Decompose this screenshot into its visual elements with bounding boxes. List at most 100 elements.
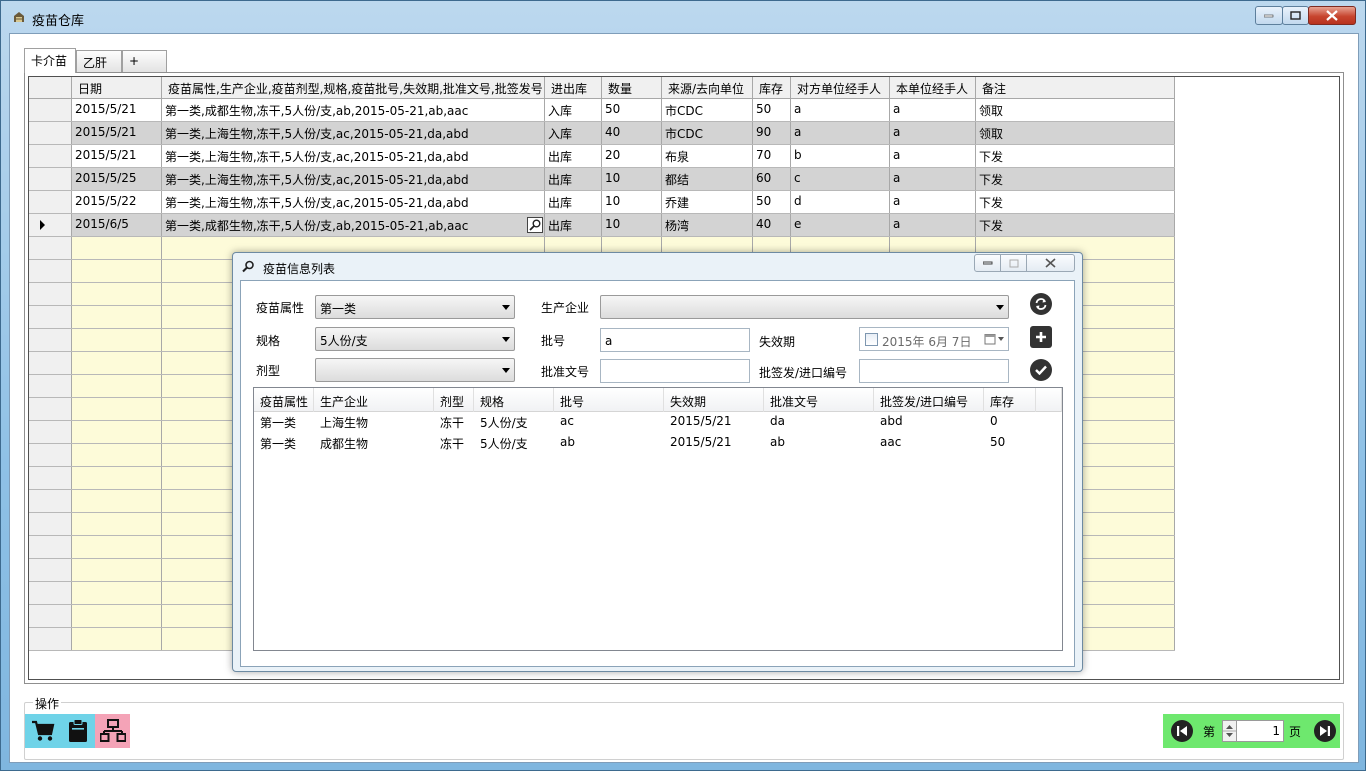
list-column-header[interactable]: 失效期 [664,388,764,412]
spec-select[interactable]: 5人份/支 [315,327,515,351]
table-cell[interactable] [72,352,162,374]
maximize-button[interactable] [1282,6,1309,25]
table-cell[interactable]: 入库 [545,99,602,121]
table-cell[interactable]: 下发 [976,214,1175,236]
table-cell[interactable]: 第一类,上海生物,冻干,5人份/支,ac,2015-05-21,da,abd [162,191,545,213]
table-cell[interactable]: 市CDC [662,122,753,144]
refresh-button[interactable] [1030,293,1052,315]
table-cell[interactable] [72,260,162,282]
table-row[interactable]: 2015/5/21 第一类,上海生物,冻干,5人份/支,ac,2015-05-21… [29,122,1175,145]
table-cell[interactable] [72,444,162,466]
list-column-header[interactable]: 剂型 [434,388,474,412]
table-cell[interactable] [72,375,162,397]
row-header[interactable] [29,306,72,328]
table-cell[interactable]: a [890,99,976,121]
table-cell[interactable]: 第一类,成都生物,冻干,5人份/支,ab,2015-05-21,ab,aac [162,214,545,236]
table-cell[interactable] [72,421,162,443]
vaccine-attr-select[interactable]: 第一类 [315,295,515,319]
row-header[interactable] [29,237,72,259]
column-header[interactable]: 本单位经手人 [890,77,976,98]
table-cell[interactable]: 90 [753,122,791,144]
table-cell[interactable] [72,605,162,627]
table-cell[interactable]: 50 [753,191,791,213]
list-column-header[interactable]: 批签发/进口编号 [874,388,984,412]
table-cell[interactable]: a [890,122,976,144]
tab-hepatitis-b[interactable]: 乙肝 [76,50,122,72]
table-row[interactable]: 2015/5/25 第一类,上海生物,冻干,5人份/支,ac,2015-05-21… [29,168,1175,191]
table-cell[interactable]: 第一类,上海生物,冻干,5人份/支,ac,2015-05-21,da,abd [162,122,545,144]
last-page-button[interactable] [1314,720,1336,742]
table-cell[interactable]: 入库 [545,122,602,144]
tab-add[interactable]: + [122,50,167,72]
table-cell[interactable]: 第一类,上海生物,冻干,5人份/支,ac,2015-05-21,da,abd [162,145,545,167]
table-cell[interactable] [72,536,162,558]
table-cell[interactable] [72,283,162,305]
minimize-button[interactable] [1255,6,1283,25]
table-cell[interactable] [72,513,162,535]
page-spinner[interactable] [1222,720,1237,742]
vaccine-list[interactable]: 疫苗属性 生产企业 剂型 规格 批号 失效期 批准文号 批签发/进口编号 库存 … [253,387,1063,651]
table-cell[interactable]: a [890,214,976,236]
table-cell[interactable] [72,582,162,604]
tab-bcg[interactable]: 卡介苗 [24,48,76,73]
table-row[interactable]: 2015/5/22 第一类,上海生物,冻干,5人份/支,ac,2015-05-21… [29,191,1175,214]
row-header[interactable] [29,191,72,213]
table-cell[interactable]: 10 [602,214,662,236]
table-row[interactable]: 2015/5/21 第一类,上海生物,冻干,5人份/支,ac,2015-05-21… [29,145,1175,168]
table-cell[interactable]: 2015/5/21 [72,122,162,144]
table-cell[interactable] [72,559,162,581]
table-cell[interactable]: 20 [602,145,662,167]
table-cell[interactable]: 出库 [545,214,602,236]
table-cell[interactable]: 10 [602,191,662,213]
first-page-button[interactable] [1171,720,1193,742]
confirm-button[interactable] [1030,359,1052,381]
table-cell[interactable]: 乔建 [662,191,753,213]
table-cell[interactable]: 杨湾 [662,214,753,236]
row-header[interactable] [29,375,72,397]
table-cell[interactable] [72,237,162,259]
form-select[interactable] [315,358,515,382]
table-cell[interactable]: a [791,122,890,144]
lot-release-input[interactable] [859,359,1009,383]
table-cell[interactable]: 下发 [976,191,1175,213]
batch-input[interactable]: a [600,328,750,352]
column-header[interactable]: 来源/去向单位 [662,77,753,98]
row-header[interactable] [29,329,72,351]
table-cell[interactable] [72,398,162,420]
row-header[interactable] [29,122,72,144]
table-cell[interactable]: 50 [602,99,662,121]
table-cell[interactable] [72,628,162,650]
table-cell[interactable]: 2015/5/22 [72,191,162,213]
table-cell[interactable]: 70 [753,145,791,167]
add-button[interactable] [1030,326,1052,348]
table-cell[interactable] [72,490,162,512]
row-header[interactable] [29,283,72,305]
column-header[interactable]: 对方单位经手人 [791,77,890,98]
row-header[interactable] [29,421,72,443]
row-header[interactable] [29,490,72,512]
close-button[interactable] [1308,6,1356,25]
list-column-header[interactable]: 生产企业 [314,388,434,412]
list-column-header[interactable]: 疫苗属性 [254,388,314,412]
table-row[interactable]: 2015/6/5 第一类,成都生物,冻干,5人份/支,ab,2015-05-21,… [29,214,1175,237]
dialog-maximize-button[interactable] [1000,254,1027,272]
table-cell[interactable]: 下发 [976,145,1175,167]
table-cell[interactable]: 2015/5/21 [72,99,162,121]
table-cell[interactable] [72,329,162,351]
table-cell[interactable]: a [890,145,976,167]
table-row[interactable]: 2015/5/21 第一类,成都生物,冻干,5人份/支,ab,2015-05-21… [29,99,1175,122]
row-header[interactable] [29,582,72,604]
list-column-header[interactable]: 库存 [984,388,1036,412]
table-cell[interactable]: 60 [753,168,791,190]
table-cell[interactable]: 50 [753,99,791,121]
approval-input[interactable] [600,359,750,383]
column-header[interactable]: 备注 [976,77,1175,98]
page-number-input[interactable]: 1 [1236,720,1284,742]
table-cell[interactable]: 2015/5/21 [72,145,162,167]
cart-button[interactable] [25,714,60,748]
row-header[interactable] [29,145,72,167]
table-cell[interactable]: 10 [602,168,662,190]
table-cell[interactable]: a [890,191,976,213]
list-column-header[interactable]: 规格 [474,388,554,412]
dialog-minimize-button[interactable] [974,254,1001,272]
